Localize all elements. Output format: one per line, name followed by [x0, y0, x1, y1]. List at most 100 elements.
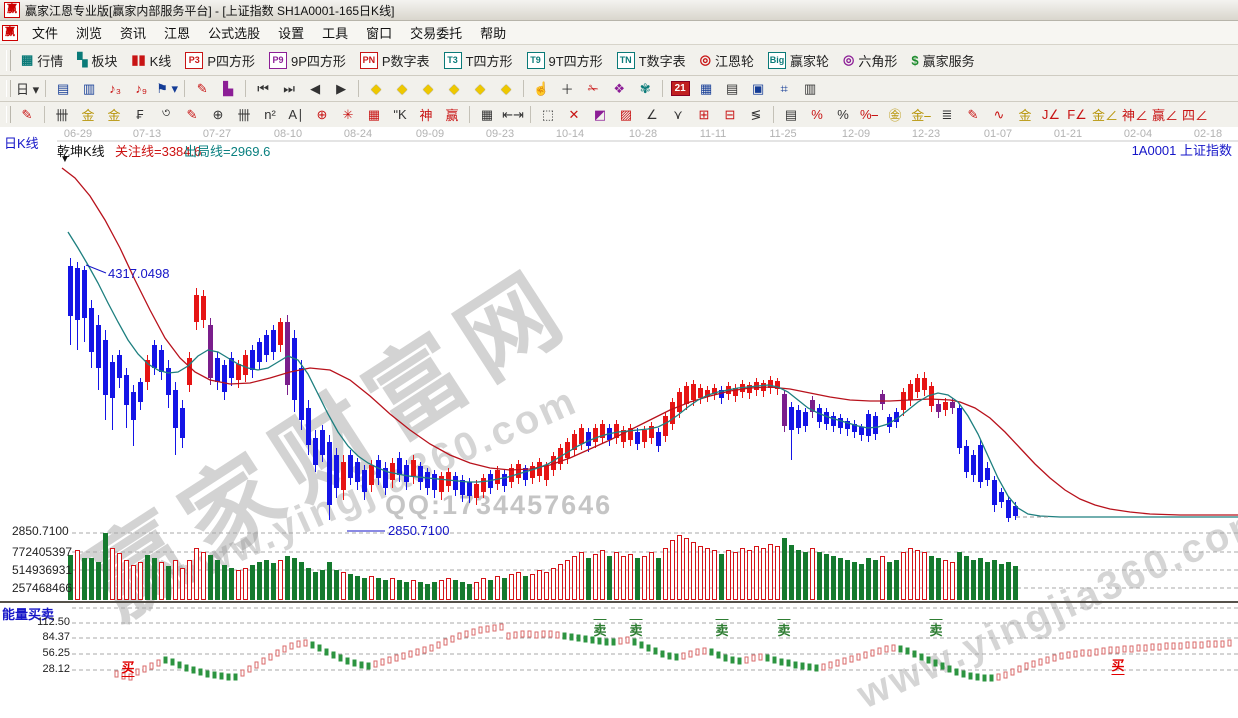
tb3-channel-button[interactable]: ≶ [744, 103, 768, 126]
tb3-grid-box-2-button[interactable]: ⊟ [718, 103, 742, 126]
tb1-p9-square[interactable]: P99P四方形 [262, 49, 353, 72]
tb2-zoom-out-v-button[interactable]: ◆ [468, 77, 492, 100]
tb3-dense-grid-button[interactable]: 卌 [232, 103, 256, 126]
tb3-gold-grid-1-button[interactable]: 金 [76, 103, 100, 126]
tb3-gold-line-button[interactable]: 金⎯ [909, 103, 933, 126]
menu-item-1[interactable]: 浏览 [67, 21, 111, 44]
tb3-square-n-button[interactable]: n² [258, 103, 282, 126]
tb2-zoom-in-h-button[interactable]: ◆ [442, 77, 466, 100]
tb2-scroll-right-button[interactable]: ◆ [390, 77, 414, 100]
tb1-t3-square[interactable]: T3T四方形 [437, 49, 520, 72]
tb2-period-dropdown-button[interactable]: 日 ▾ [15, 77, 40, 100]
tb2-calculator-button[interactable]: ▦ [694, 77, 718, 100]
tb2-draw-pen-button[interactable]: ✎ [190, 77, 214, 100]
tb3-draw-line-button[interactable]: ✎ [15, 103, 39, 126]
tb2-bars-9-button[interactable]: ♪₉ [129, 77, 153, 100]
tb1-p3-square[interactable]: P3P四方形 [178, 49, 262, 72]
tb2-color-chart-button[interactable]: ▙ [216, 77, 240, 100]
tb3-box-tool-button[interactable]: ⬚ [536, 103, 560, 126]
tb1-label: 六角形 [858, 51, 897, 70]
tb3-angle-tool-button[interactable]: ∠ [640, 103, 664, 126]
menu-item-2[interactable]: 资讯 [111, 21, 155, 44]
tb2-nav-prev-button[interactable]: ◀ [303, 77, 327, 100]
tb3-ray-fan-button[interactable]: ✕ [562, 103, 586, 126]
tb3-gann-circle-button[interactable]: ⊕ [310, 103, 334, 126]
tb3-grid-lines-button[interactable]: 卌 [50, 103, 74, 126]
tb3-hatch-box-button[interactable]: ▨ [614, 103, 638, 126]
tb3-shen-tool-button[interactable]: 神 [414, 103, 438, 126]
tb3-four-angle-button[interactable]: 四∠ [1181, 103, 1209, 126]
tb2-zoom-in-v-button[interactable]: ◆ [494, 77, 518, 100]
tb3-spiral-button[interactable]: ৩ [154, 103, 178, 126]
tb3-square-circle-button[interactable]: ▦ [362, 103, 386, 126]
menu-item-9[interactable]: 帮助 [471, 21, 515, 44]
tb3-grid-box-1-button[interactable]: ⊞ [692, 103, 716, 126]
tb2-nav-last-button[interactable]: ⏭ [277, 77, 301, 100]
tb3-angle-a-button[interactable]: A∣ [284, 103, 308, 126]
tb3-span-tool-button[interactable]: ⇤⇥ [501, 103, 525, 126]
tb1-winner-wheel[interactable]: Big赢家轮 [761, 49, 836, 72]
candle-body [453, 476, 458, 490]
tb2-grid-tool-button[interactable]: ❖ [607, 77, 631, 100]
tb2-measure-tool-button[interactable]: ✁ [581, 77, 605, 100]
tb1-t9-square[interactable]: T99T四方形 [520, 49, 610, 72]
tb2-nav-next-button[interactable]: ▶ [329, 77, 353, 100]
menu-item-4[interactable]: 公式选股 [199, 21, 269, 44]
tb2-workstation-button[interactable]: ▥ [798, 77, 822, 100]
tb2-net-pc-button[interactable]: ⌗ [772, 77, 796, 100]
tb3-fib-grid-button[interactable]: ₣ [128, 103, 152, 126]
tb3-pen-3-button[interactable]: ✎ [961, 103, 985, 126]
tb3-gold-tool-button[interactable]: 金 [1013, 103, 1037, 126]
tb3-zigzag-button[interactable]: ⋎ [666, 103, 690, 126]
menu-item-3[interactable]: 江恩 [155, 21, 199, 44]
tb3-percent-button[interactable]: % [831, 103, 855, 126]
tb3-pen-2-button[interactable]: ✎ [180, 103, 204, 126]
menu-item-6[interactable]: 工具 [313, 21, 357, 44]
tb3-stats-button[interactable]: ▤ [779, 103, 803, 126]
tb3-j-angle-button[interactable]: J∠ [1039, 103, 1063, 126]
tb2-crosshair-tool-button[interactable]: ＋ [555, 77, 579, 100]
tb2-flag-dropdown-button[interactable]: ⚑ ▾ [155, 77, 179, 100]
tb1-gann-wheel[interactable]: ◎江恩轮 [693, 49, 761, 72]
tb2-save-button[interactable]: ▣ [746, 77, 770, 100]
tb3-win-angle-button[interactable]: 赢∠ [1151, 103, 1179, 126]
tb3-gold-circle-button[interactable]: ㊎ [883, 103, 907, 126]
tb3-percent-t-button[interactable]: % [805, 103, 829, 126]
tb1-kline[interactable]: ▮▮K线 [124, 49, 178, 72]
tb2-scroll-left-button[interactable]: ◆ [364, 77, 388, 100]
tb2-bars-3-button[interactable]: ♪₃ [103, 77, 127, 100]
menu-item-5[interactable]: 设置 [269, 21, 313, 44]
tb2-notes-button[interactable]: ▤ [720, 77, 744, 100]
tb2-quote-list-button[interactable]: ▥ [77, 77, 101, 100]
tb2-zoom-out-h-button[interactable]: ◆ [416, 77, 440, 100]
tb3-wave-tool-button[interactable]: ∿ [987, 103, 1011, 126]
tb3-gold-grid-2-button[interactable]: 金 [102, 103, 126, 126]
tb3-levels-button[interactable]: ≣ [935, 103, 959, 126]
tb1-tn-table[interactable]: TNT数字表 [610, 49, 693, 72]
tb3-star-circle-button[interactable]: ✳ [336, 103, 360, 126]
tb3-percent-line-button[interactable]: %⎯ [857, 103, 881, 126]
tb2-nav-first-button[interactable]: ⏮ [251, 77, 275, 100]
tb2-knot-tool-button[interactable]: ✾ [633, 77, 657, 100]
tb3-k-mark-button[interactable]: ʺK [388, 103, 412, 126]
kline-chart-canvas[interactable] [0, 127, 1238, 683]
menu-item-8[interactable]: 交易委托 [401, 21, 471, 44]
tb3-fan-box-button[interactable]: ◩ [588, 103, 612, 126]
tb2-calendar-button[interactable]: 21 [668, 77, 692, 100]
tb1-pn-table[interactable]: PNP数字表 [353, 49, 437, 72]
tb3-time-circle-button[interactable]: ⊕ [206, 103, 230, 126]
tb1-hexagon[interactable]: ◎六角形 [836, 49, 904, 72]
tb3-shen-angle-button[interactable]: 神∠ [1121, 103, 1149, 126]
tb1-sector-blocks[interactable]: ▚板块 [70, 49, 124, 72]
menu-item-0[interactable]: 文件 [23, 21, 67, 44]
tb2-chart-style-button[interactable]: ▤ [51, 77, 75, 100]
menu-item-7[interactable]: 窗口 [357, 21, 401, 44]
tb1-service[interactable]: $赢家服务 [904, 49, 981, 72]
toolbar-separator [530, 106, 531, 124]
tb3-gold-angle-button[interactable]: 金∠ [1091, 103, 1119, 126]
tb1-quote-grid[interactable]: ▦行情 [14, 49, 70, 72]
tb3-win-tool-button[interactable]: 赢 [440, 103, 464, 126]
tb3-f-angle-button[interactable]: F∠ [1065, 103, 1089, 126]
tb3-ruler-grid-button[interactable]: ▦ [475, 103, 499, 126]
tb2-hand-tool-button[interactable]: ☝ [529, 77, 553, 100]
